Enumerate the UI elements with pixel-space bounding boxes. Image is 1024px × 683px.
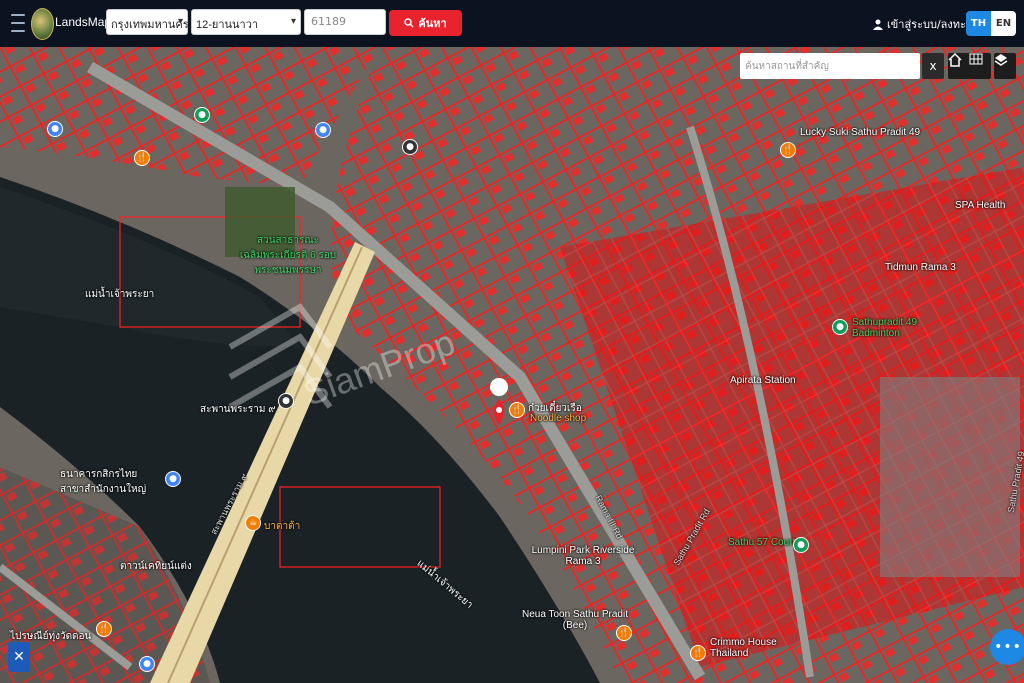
noodle-en-label: Noodle shop <box>530 413 587 424</box>
badminton-icon[interactable]: ● <box>832 319 848 335</box>
landsmaps-logo[interactable] <box>31 8 54 40</box>
province-select[interactable]: กรุงเทพมหานคร ▾ <box>106 9 189 35</box>
kids-label: ตาวน์เคทิยน์แต่ง <box>120 561 192 572</box>
parcel-number-value: 61189 <box>311 15 346 28</box>
map-view[interactable]: SiamProp แม่น้ำเจ้าพระยา แม่น้ำเจ้าพระยา… <box>0 47 1024 683</box>
crimmo-label: Crimmo House Thailand <box>710 637 777 659</box>
location-pin-icon[interactable] <box>488 377 510 427</box>
home-button[interactable] <box>948 53 970 79</box>
restaurant-icon[interactable]: 🍴 <box>96 621 112 637</box>
spa-label: SPA Health <box>955 200 1006 211</box>
post-icon[interactable]: ● <box>139 656 155 672</box>
landmark-search-input[interactable]: ค้นหาสถานที่สำคัญ <box>740 53 920 79</box>
restaurant-icon[interactable]: 🍴 <box>690 645 706 661</box>
bank-icon[interactable]: ● <box>165 471 181 487</box>
more-options-button[interactable]: ••• <box>990 629 1024 665</box>
chevron-down-icon: ▾ <box>177 16 183 27</box>
apirata-label: Apirata Station <box>730 375 796 386</box>
layers-button[interactable] <box>994 53 1016 79</box>
lucky-suki-label: Lucky Suki Sathu Pradit 49 <box>800 127 921 138</box>
cafe-icon[interactable]: ☕ <box>245 515 261 531</box>
lang-th-button[interactable]: TH <box>966 11 991 36</box>
grid-button[interactable] <box>969 53 991 79</box>
close-icon: x <box>929 59 937 73</box>
poi-blue-icon[interactable]: ● <box>47 121 63 137</box>
grid-icon <box>969 53 983 65</box>
user-icon <box>873 19 883 30</box>
lang-en-button[interactable]: EN <box>991 11 1016 36</box>
layers-icon <box>994 54 1008 66</box>
more-icon: ••• <box>994 639 1022 655</box>
top-bar: LandsMaps กรุงเทพมหานคร ▾ 12-ยานนาวา ▾ 6… <box>0 0 1024 47</box>
chevron-down-icon: ▾ <box>290 16 296 27</box>
restaurant-icon[interactable]: 🍴 <box>509 402 525 418</box>
district-select-value: 12-ยานนาวา <box>196 19 259 31</box>
poi-green-icon[interactable]: ● <box>194 107 210 123</box>
landmark-search-placeholder: ค้นหาสถานที่สำคัญ <box>745 61 829 72</box>
search-icon <box>404 18 414 28</box>
poi-blue-icon[interactable]: ● <box>315 122 331 138</box>
cafe-label: บาตาต้า <box>264 521 301 532</box>
bridge-icon[interactable]: ● <box>278 393 294 409</box>
menu-icon[interactable] <box>11 14 25 32</box>
park-label: สวนสาธารณะ เฉลิมพระเกียรติ 6 รอบ พระชนมพ… <box>239 235 337 276</box>
tools-button[interactable]: ✕ <box>8 642 30 672</box>
restaurant-icon[interactable]: 🍴 <box>780 142 796 158</box>
tidmun-label: Tidmun Rama 3 <box>885 262 956 273</box>
district-select[interactable]: 12-ยานนาวา ▾ <box>191 9 301 35</box>
poi-dark-icon[interactable]: ● <box>402 139 418 155</box>
badminton-label: Sathupradit 49 Badminton <box>852 317 918 339</box>
language-toggle: TH EN <box>966 11 1016 36</box>
home-icon <box>948 53 962 67</box>
river-label: แม่น้ำเจ้าพระยา <box>85 289 155 300</box>
sathu57-label: Sathu 57 Court <box>728 537 796 548</box>
search-button-label: ค้นหา <box>418 17 447 30</box>
bridge-label: สะพานพระราม ๙ <box>200 404 276 415</box>
lumpini-label: Lumpini Park Riverside Rama 3 <box>531 545 635 567</box>
restaurant-icon[interactable]: 🍴 <box>134 150 150 166</box>
map-canvas <box>0 47 1024 683</box>
tools-icon: ✕ <box>13 649 25 665</box>
restaurant-icon[interactable]: 🍴 <box>616 625 632 641</box>
sports-court-icon[interactable]: ● <box>793 537 809 553</box>
search-button[interactable]: ค้นหา <box>389 10 462 36</box>
parcel-number-input[interactable]: 61189 <box>304 9 386 35</box>
neua-toon-label: Neua Toon Sathu Pradit (Bee) <box>521 609 628 631</box>
bank-label: ธนาคารกสิกรไทย สาขาสำนักงานใหญ่ <box>60 469 147 495</box>
clear-search-button[interactable]: x <box>922 53 944 79</box>
